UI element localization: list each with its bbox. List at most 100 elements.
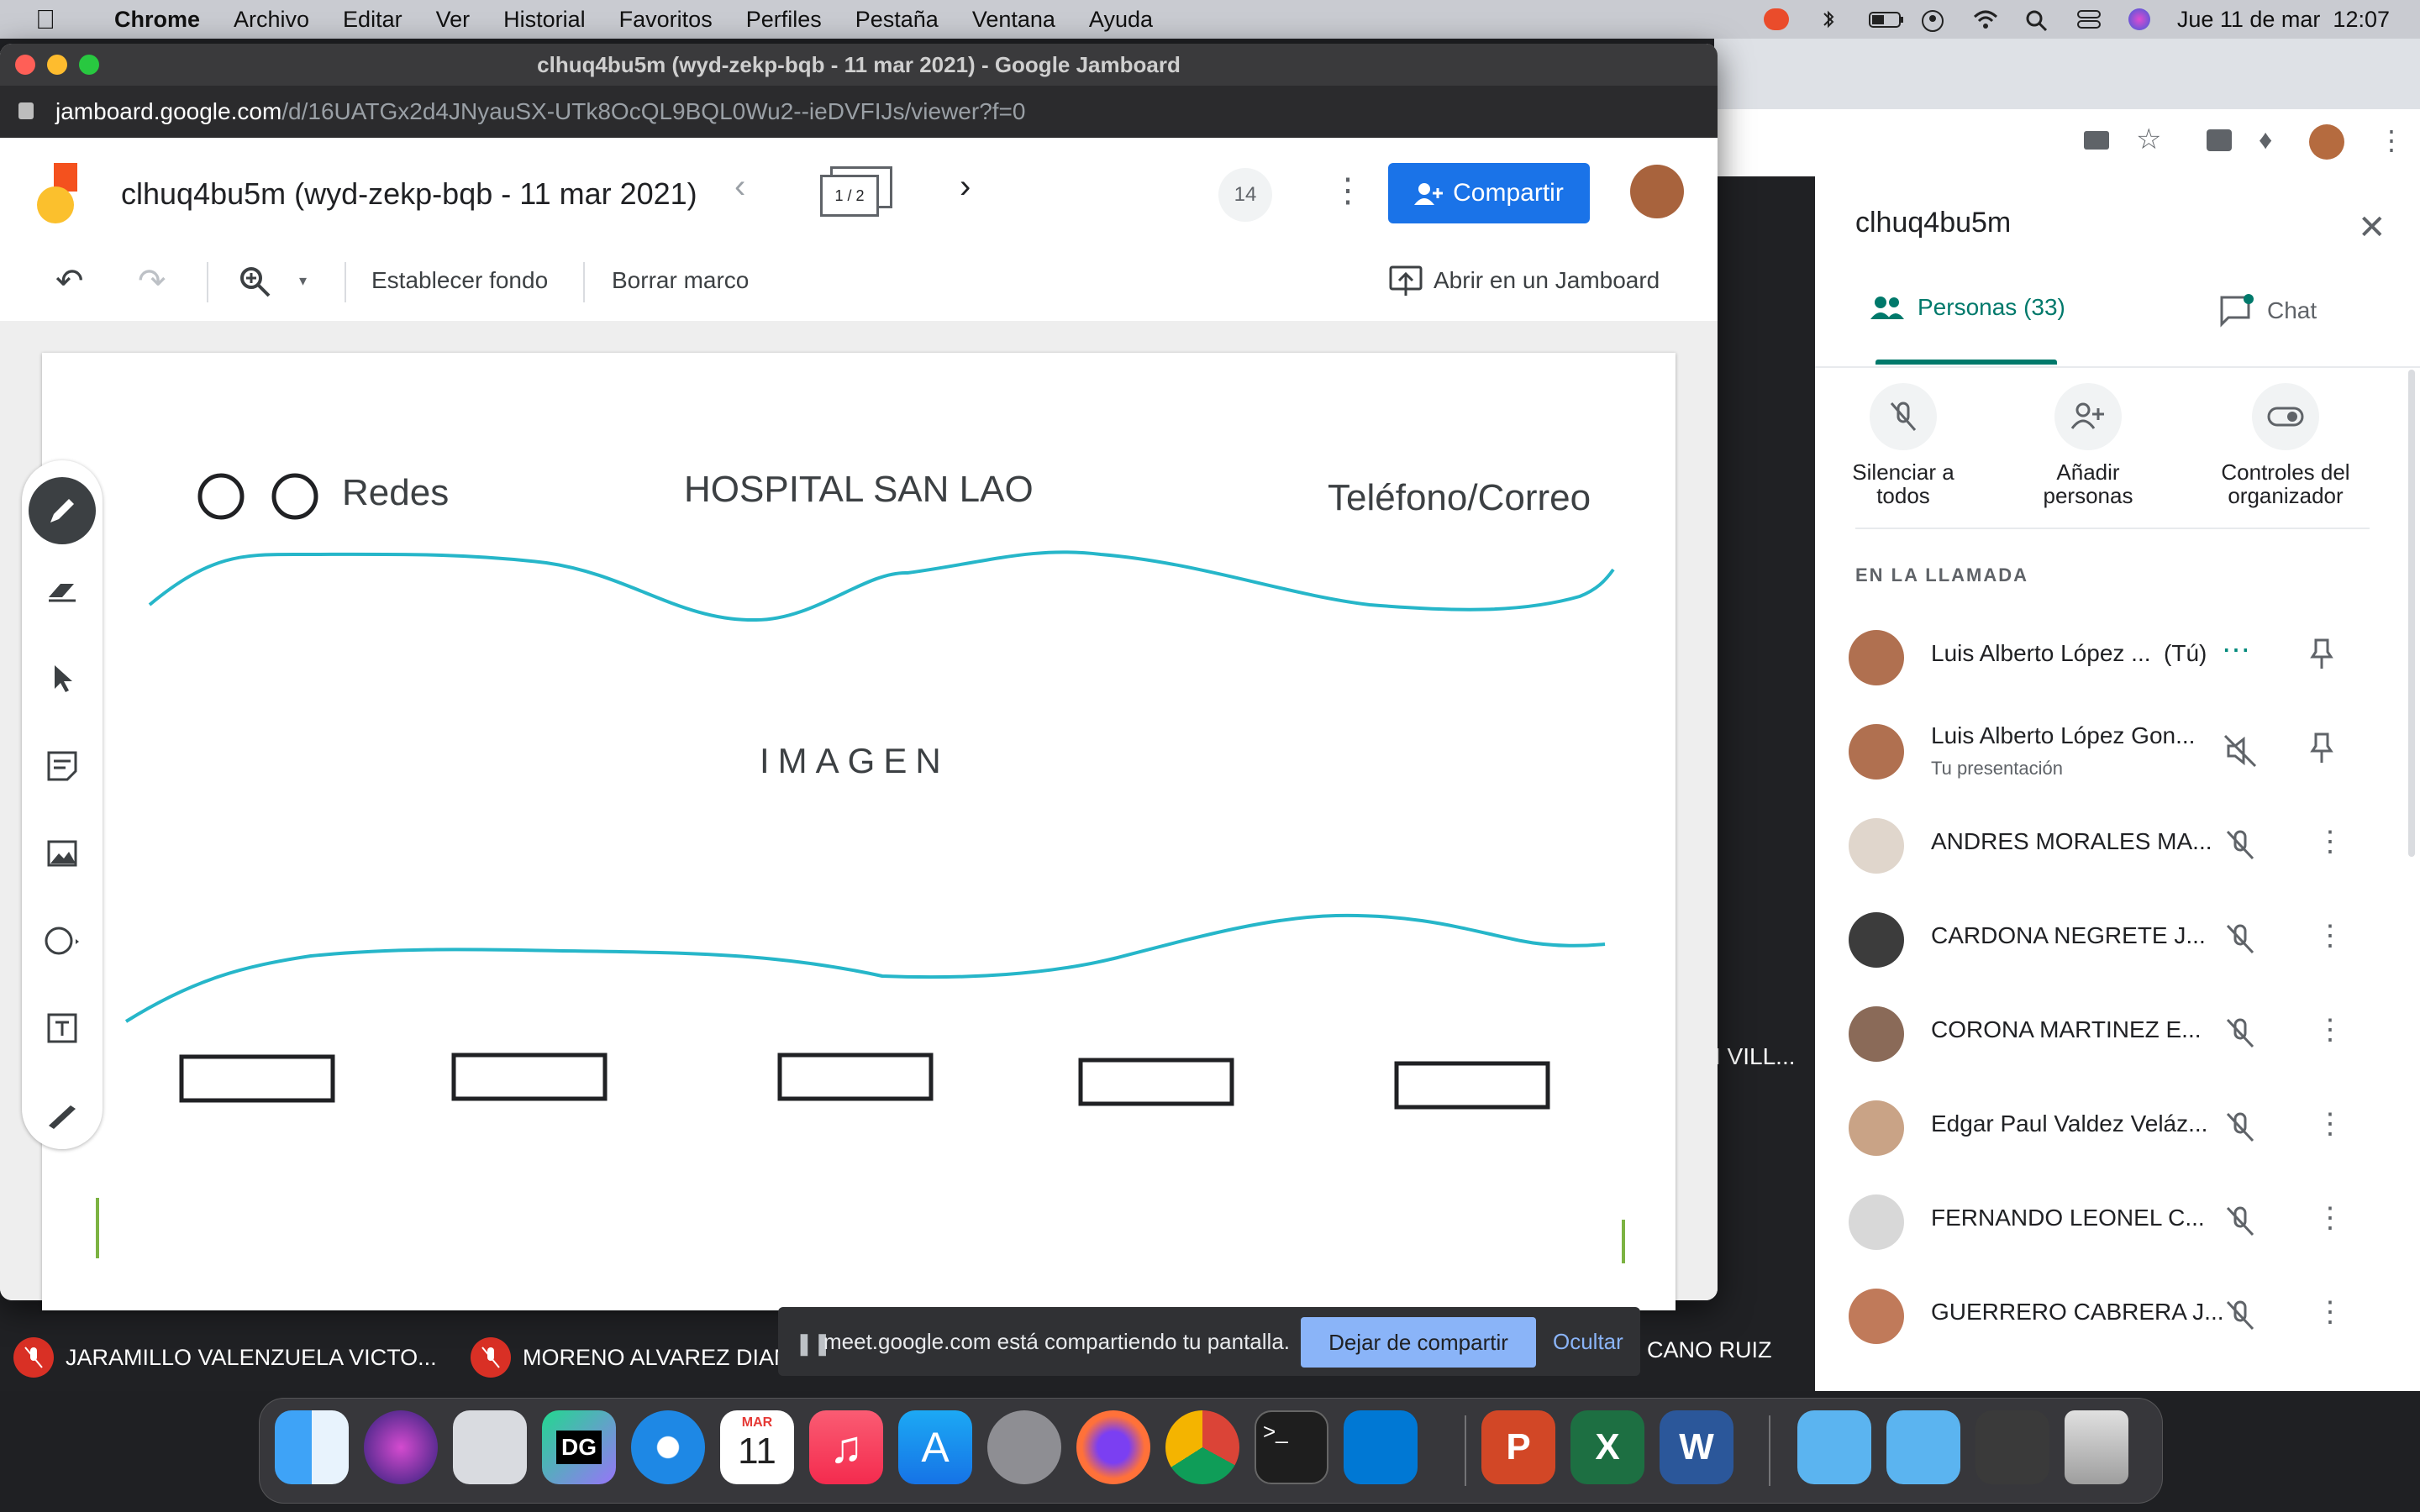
address-bar[interactable]: jamboard.google.com/d/16UATGx2d4JNyauSX-… (0, 86, 1718, 138)
downloads-folder-icon[interactable] (1886, 1410, 1960, 1484)
extension-icon[interactable] (2207, 129, 2232, 151)
share-button[interactable]: Compartir (1388, 163, 1590, 223)
siri-icon[interactable] (2128, 8, 2150, 30)
launchpad-icon[interactable] (453, 1410, 527, 1484)
music-icon[interactable]: ♫ (809, 1410, 883, 1484)
set-background-button[interactable]: Establecer fondo (371, 267, 548, 294)
puzzle-icon[interactable]: ♦ (2259, 124, 2272, 155)
zoom-window-button[interactable] (79, 55, 99, 75)
sticky-note-icon[interactable] (39, 743, 86, 790)
participant-row[interactable]: Edgar Paul Valdez Veláz... ⋮ (1849, 1085, 2386, 1169)
eraser-icon[interactable] (39, 568, 86, 615)
menubar-clock[interactable]: Jue 11 de mar 12:07 (2177, 7, 2390, 33)
panel-scrollbar[interactable] (2408, 370, 2415, 857)
laser-icon[interactable] (39, 1092, 86, 1139)
pin-icon[interactable] (2309, 732, 2334, 770)
tab-chat[interactable]: Chat (2218, 294, 2317, 328)
minimize-window-button[interactable] (47, 55, 67, 75)
menu-ventana[interactable]: Ventana (972, 7, 1055, 33)
zoom-icon[interactable] (237, 264, 274, 307)
next-frame-icon[interactable]: › (960, 168, 971, 206)
menu-favoritos[interactable]: Favoritos (619, 7, 713, 33)
more-options-icon[interactable]: ⋮ (2316, 919, 2344, 953)
zoom-dropdown-icon[interactable]: ▾ (299, 272, 307, 290)
participant-row[interactable]: CORONA MARTINEZ E... ⋮ (1849, 991, 2386, 1075)
select-pointer-icon[interactable] (39, 655, 86, 702)
calendar-icon[interactable]: MAR 11 (720, 1410, 794, 1484)
safari-icon[interactable] (631, 1410, 705, 1484)
more-options-icon[interactable]: ⋮ (2316, 1201, 2344, 1235)
finder-icon[interactable] (275, 1410, 349, 1484)
system-preferences-icon[interactable] (987, 1410, 1061, 1484)
tab-people[interactable]: Personas (33) (1869, 294, 2065, 321)
add-people-action[interactable]: Añadir personas (2025, 383, 2151, 507)
jam-frame[interactable]: Redes HOSPITAL SAN LAO Teléfono/Correo I… (42, 353, 1676, 1310)
bluetooth-icon[interactable] (1816, 8, 1841, 30)
app-status-icon[interactable] (1763, 8, 1789, 30)
word-icon[interactable]: W (1660, 1410, 1733, 1484)
stop-sharing-button[interactable]: Dejar de compartir (1301, 1317, 1536, 1368)
menu-archivo[interactable]: Archivo (234, 7, 309, 33)
redo-icon[interactable]: ↷ (138, 262, 166, 301)
menu-ver[interactable]: Ver (436, 7, 471, 33)
pen-tool-icon[interactable] (29, 477, 96, 544)
host-controls-action[interactable]: Controles del organizador (2202, 383, 2370, 507)
pin-icon[interactable] (2309, 638, 2334, 676)
terminal-icon[interactable]: >_ (1255, 1410, 1328, 1484)
wifi-icon[interactable] (1972, 8, 1997, 30)
circle-shape-icon[interactable] (39, 917, 86, 964)
frame-bar-button[interactable]: 1 / 2 (820, 166, 892, 217)
excel-icon[interactable]: X (1570, 1410, 1644, 1484)
siri-icon[interactable] (364, 1410, 438, 1484)
menu-editar[interactable]: Editar (343, 7, 402, 33)
participant-row[interactable]: FERNANDO LEONEL C... ⋮ (1849, 1179, 2386, 1263)
chrome-menu-icon[interactable]: ⋮ (2378, 124, 2405, 156)
battery-icon[interactable] (1868, 8, 1903, 30)
participant-row[interactable]: GUERRERO CABRERA J... ⋮ (1849, 1273, 2386, 1357)
avatar (1849, 1289, 1904, 1344)
close-window-button[interactable] (15, 55, 35, 75)
user-icon[interactable] (1920, 8, 1945, 32)
chrome-icon[interactable] (1165, 1410, 1239, 1484)
camera-icon[interactable] (2084, 131, 2109, 150)
menu-pestana[interactable]: Pestaña (855, 7, 939, 33)
image-insert-icon[interactable] (39, 830, 86, 877)
doc-title[interactable]: clhuq4bu5m (wyd-zekp-bqb - 11 mar 2021) (121, 176, 697, 212)
firefox-icon[interactable] (1076, 1410, 1150, 1484)
menu-app-name[interactable]: Chrome (114, 7, 200, 33)
applications-folder-icon[interactable] (1797, 1410, 1871, 1484)
open-in-jamboard-button[interactable]: Abrir en un Jamboard (1388, 264, 1660, 297)
more-options-icon[interactable]: ⋮ (2316, 1013, 2344, 1047)
more-options-icon[interactable]: ⋮ (2316, 825, 2344, 858)
account-avatar[interactable] (1630, 165, 1684, 218)
profile-avatar-icon[interactable] (2309, 124, 2344, 160)
menu-ayuda[interactable]: Ayuda (1089, 7, 1153, 33)
menu-perfiles[interactable]: Perfiles (746, 7, 822, 33)
vscode-icon[interactable] (1344, 1410, 1418, 1484)
more-options-icon[interactable]: ⋮ (2316, 1295, 2344, 1329)
mute-all-action[interactable]: Silenciar a todos (1840, 383, 1966, 507)
bookmark-star-icon[interactable]: ☆ (2136, 123, 2161, 156)
prev-frame-icon[interactable]: ‹ (734, 168, 745, 206)
menu-historial[interactable]: Historial (503, 7, 586, 33)
participant-row[interactable]: Luis Alberto López Gon... Tu presentació… (1849, 709, 2386, 793)
undo-icon[interactable]: ↶ (55, 262, 84, 301)
app-store-icon[interactable]: A (898, 1410, 972, 1484)
search-icon[interactable] (2024, 8, 2049, 32)
datagrip-icon[interactable]: DG (542, 1410, 616, 1484)
viewer-count-badge[interactable]: 14 (1218, 168, 1272, 222)
control-center-icon[interactable] (2076, 8, 2102, 30)
more-menu-icon[interactable]: ⋮ (1331, 171, 1365, 210)
clear-frame-button[interactable]: Borrar marco (612, 267, 749, 294)
participant-row[interactable]: ANDRES MORALES MA... ⋮ (1849, 803, 2386, 887)
close-panel-icon[interactable]: ✕ (2358, 208, 2386, 247)
datagrip-window-icon[interactable] (1975, 1410, 2049, 1484)
hide-button[interactable]: Ocultar (1553, 1329, 1623, 1355)
participant-row[interactable]: Luis Alberto López ... (Tú) ⋯ (1849, 615, 2386, 699)
participant-row[interactable]: CARDONA NEGRETE J... ⋮ (1849, 897, 2386, 981)
more-options-icon[interactable]: ⋮ (2316, 1107, 2344, 1141)
text-box-icon[interactable] (39, 1005, 86, 1052)
powerpoint-icon[interactable]: P (1481, 1410, 1555, 1484)
trash-icon[interactable] (2065, 1410, 2128, 1484)
apple-menu-icon[interactable]:  (35, 4, 55, 35)
